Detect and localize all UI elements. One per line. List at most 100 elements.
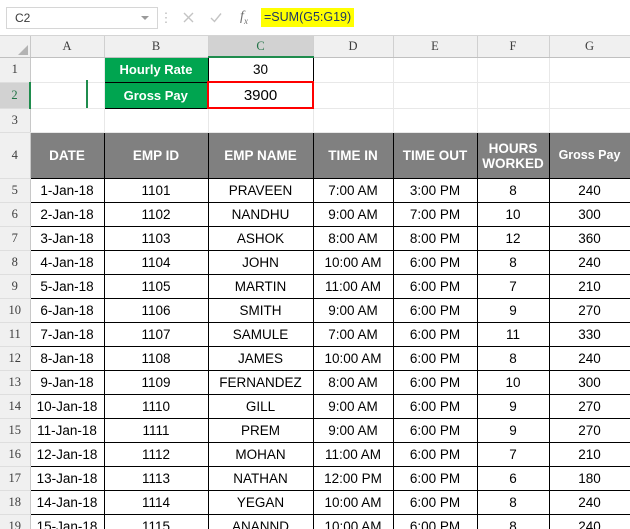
more-options-icon[interactable]: ⋮ <box>158 11 174 24</box>
cell-g2[interactable] <box>549 82 630 109</box>
row-header-10[interactable]: 10 <box>0 298 31 323</box>
column-header-e[interactable]: E <box>393 36 478 58</box>
cell-emp-name[interactable]: YEGAN <box>207 490 314 515</box>
cell-hours-worked[interactable]: 11 <box>476 322 550 347</box>
cell-time-out[interactable]: 6:00 PM <box>392 370 478 395</box>
select-all-corner[interactable] <box>0 36 31 58</box>
cell-emp-id[interactable]: 1107 <box>103 322 209 347</box>
cell-date[interactable]: 3-Jan-18 <box>29 226 105 251</box>
cell-hours-worked[interactable]: 8 <box>476 514 550 529</box>
table-header-gross-pay[interactable]: Gross Pay <box>548 132 630 179</box>
cell-d3[interactable] <box>313 108 394 133</box>
cell-emp-name[interactable]: MARTIN <box>207 274 314 299</box>
cell-time-in[interactable]: 10:00 AM <box>312 346 394 371</box>
gross-pay-label[interactable]: Gross Pay <box>103 81 209 109</box>
cell-hours-worked[interactable]: 10 <box>476 370 550 395</box>
cell-e1[interactable] <box>393 57 478 83</box>
cell-time-in[interactable]: 10:00 AM <box>312 514 394 529</box>
cell-date[interactable]: 13-Jan-18 <box>29 466 105 491</box>
cell-time-out[interactable]: 6:00 PM <box>392 394 478 419</box>
cell-gross-pay[interactable]: 270 <box>548 394 630 419</box>
cell-emp-name[interactable]: PRAVEEN <box>207 178 314 203</box>
cell-time-in[interactable]: 11:00 AM <box>312 442 394 467</box>
chevron-down-icon[interactable] <box>141 15 149 20</box>
cell-hours-worked[interactable]: 9 <box>476 394 550 419</box>
cell-date[interactable]: 11-Jan-18 <box>29 418 105 443</box>
cell-time-out[interactable]: 7:00 PM <box>392 202 478 227</box>
table-header-date[interactable]: DATE <box>29 132 105 179</box>
row-header-19[interactable]: 19 <box>0 514 31 529</box>
cell-time-in[interactable]: 7:00 AM <box>312 322 394 347</box>
cell-hours-worked[interactable]: 8 <box>476 250 550 275</box>
cell-time-in[interactable]: 9:00 AM <box>312 394 394 419</box>
cell-emp-name[interactable]: SAMULE <box>207 322 314 347</box>
cell-emp-id[interactable]: 1110 <box>103 394 209 419</box>
row-header-8[interactable]: 8 <box>0 250 31 275</box>
cell-time-out[interactable]: 6:00 PM <box>392 274 478 299</box>
row-header-11[interactable]: 11 <box>0 322 31 347</box>
cell-gross-pay[interactable]: 180 <box>548 466 630 491</box>
cell-a1[interactable] <box>30 57 105 83</box>
cell-date[interactable]: 14-Jan-18 <box>29 490 105 515</box>
cell-time-in[interactable]: 9:00 AM <box>312 418 394 443</box>
cell-time-in[interactable]: 11:00 AM <box>312 274 394 299</box>
cell-time-out[interactable]: 8:00 PM <box>392 226 478 251</box>
cell-emp-name[interactable]: JAMES <box>207 346 314 371</box>
table-header-hours-worked[interactable]: HOURS WORKED <box>476 132 550 179</box>
cell-emp-id[interactable]: 1104 <box>103 250 209 275</box>
cell-f2[interactable] <box>477 82 550 109</box>
cell-time-in[interactable]: 9:00 AM <box>312 202 394 227</box>
name-box[interactable]: C2 <box>6 6 158 29</box>
cell-time-out[interactable]: 6:00 PM <box>392 466 478 491</box>
cell-emp-id[interactable]: 1101 <box>103 178 209 203</box>
cell-g3[interactable] <box>549 108 630 133</box>
cell-hours-worked[interactable]: 8 <box>476 490 550 515</box>
cell-emp-name[interactable]: JOHN <box>207 250 314 275</box>
cell-emp-name[interactable]: SMITH <box>207 298 314 323</box>
cell-e3[interactable] <box>393 108 478 133</box>
cell-gross-pay[interactable]: 300 <box>548 202 630 227</box>
cell-b3[interactable] <box>104 108 209 133</box>
cell-c3[interactable] <box>208 108 314 133</box>
cell-emp-id[interactable]: 1114 <box>103 490 209 515</box>
cell-gross-pay[interactable]: 240 <box>548 514 630 529</box>
gross-pay-active-cell[interactable]: 3900 <box>207 81 314 109</box>
column-header-a[interactable]: A <box>30 36 105 58</box>
cell-emp-id[interactable]: 1115 <box>103 514 209 529</box>
table-header-emp-name[interactable]: EMP NAME <box>207 132 314 179</box>
row-header-5[interactable]: 5 <box>0 178 31 203</box>
cell-date[interactable]: 5-Jan-18 <box>29 274 105 299</box>
cell-emp-id[interactable]: 1112 <box>103 442 209 467</box>
cell-g1[interactable] <box>549 57 630 83</box>
cell-f3[interactable] <box>477 108 550 133</box>
table-header-time-in[interactable]: TIME IN <box>312 132 394 179</box>
cell-date[interactable]: 2-Jan-18 <box>29 202 105 227</box>
cell-emp-id[interactable]: 1105 <box>103 274 209 299</box>
cell-date[interactable]: 15-Jan-18 <box>29 514 105 529</box>
cell-hours-worked[interactable]: 7 <box>476 274 550 299</box>
cell-date[interactable]: 7-Jan-18 <box>29 322 105 347</box>
row-header-6[interactable]: 6 <box>0 202 31 227</box>
cell-emp-name[interactable]: FERNANDEZ <box>207 370 314 395</box>
cell-e2[interactable] <box>393 82 478 109</box>
fx-icon[interactable]: fx <box>230 9 258 26</box>
cell-hours-worked[interactable]: 7 <box>476 442 550 467</box>
hourly-rate-label[interactable]: Hourly Rate <box>103 56 209 83</box>
cell-emp-id[interactable]: 1111 <box>103 418 209 443</box>
cell-emp-id[interactable]: 1102 <box>103 202 209 227</box>
cell-gross-pay[interactable]: 210 <box>548 274 630 299</box>
cell-time-in[interactable]: 7:00 AM <box>312 178 394 203</box>
cell-time-in[interactable]: 12:00 PM <box>312 466 394 491</box>
cell-d1[interactable] <box>313 57 394 83</box>
row-header-18[interactable]: 18 <box>0 490 31 515</box>
cell-hours-worked[interactable]: 8 <box>476 178 550 203</box>
row-header-3[interactable]: 3 <box>0 108 31 133</box>
cell-emp-name[interactable]: ANANND <box>207 514 314 529</box>
row-header-9[interactable]: 9 <box>0 274 31 299</box>
cell-time-out[interactable]: 6:00 PM <box>392 490 478 515</box>
column-header-c[interactable]: C <box>208 36 314 58</box>
cell-hours-worked[interactable]: 10 <box>476 202 550 227</box>
confirm-icon[interactable] <box>202 7 230 29</box>
cell-time-out[interactable]: 6:00 PM <box>392 322 478 347</box>
cell-gross-pay[interactable]: 270 <box>548 298 630 323</box>
